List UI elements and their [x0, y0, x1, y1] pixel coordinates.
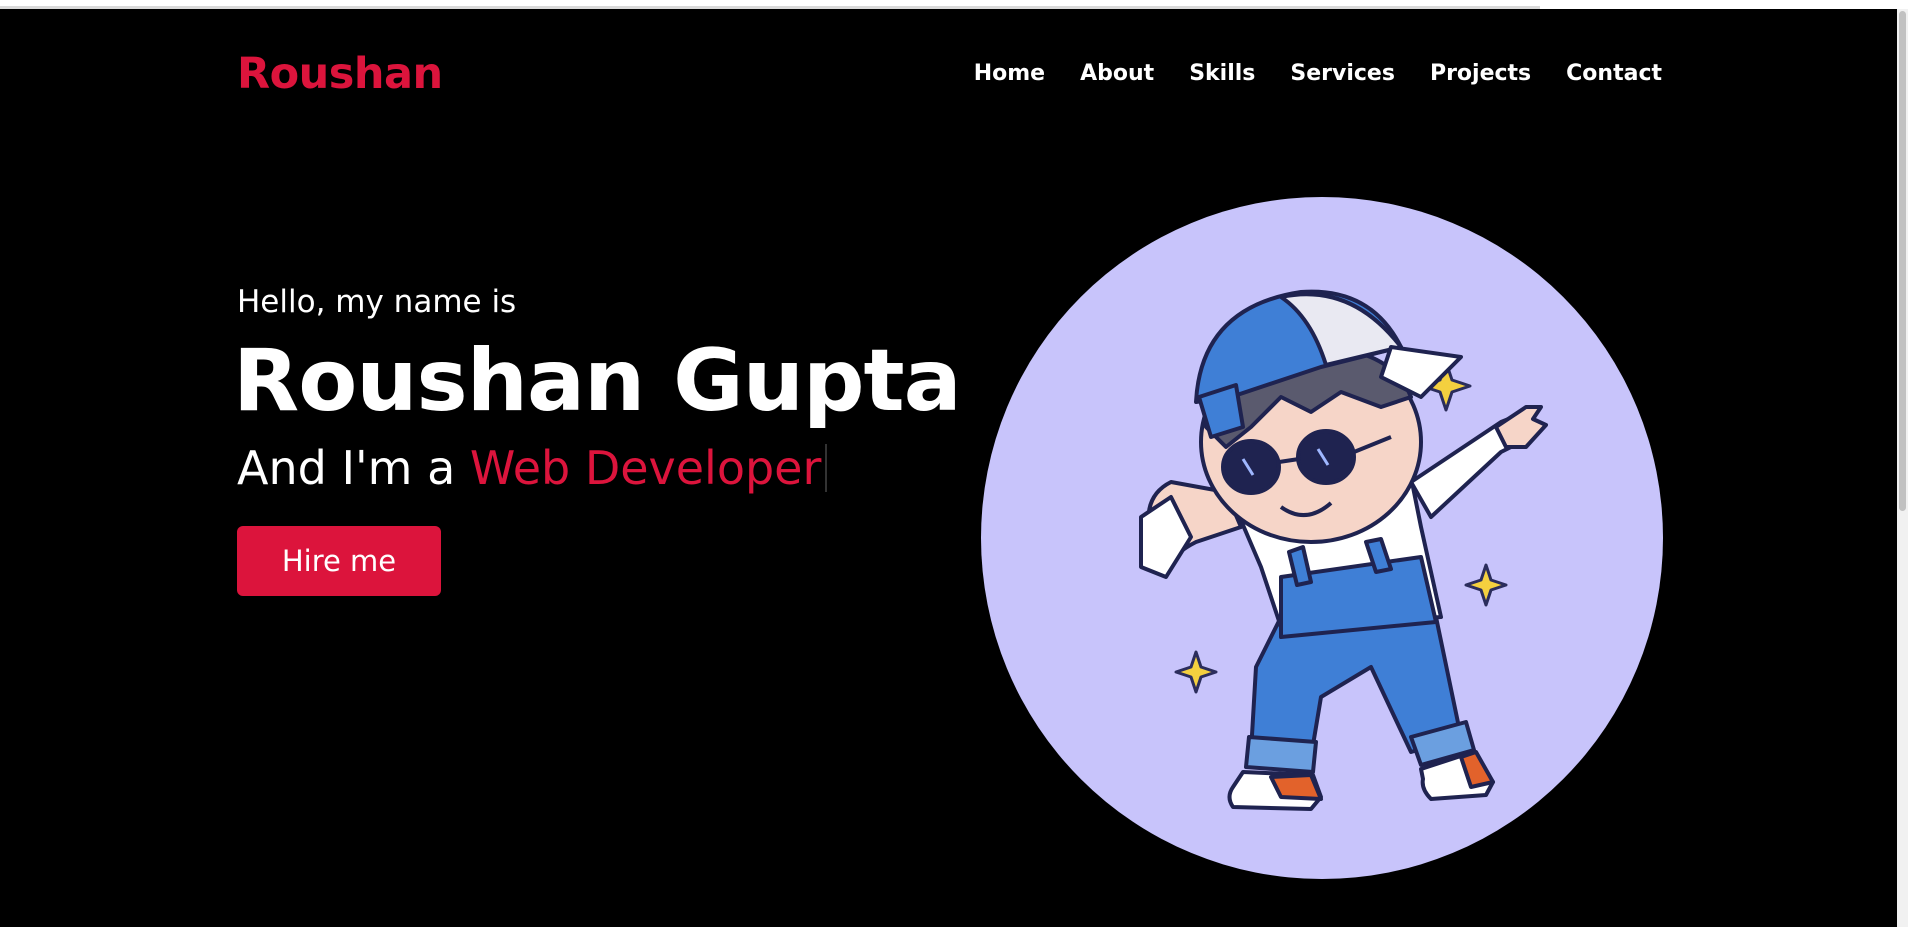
- sparkle-icon: [1174, 650, 1218, 694]
- browser-top-strip: [0, 0, 1908, 9]
- avatar-illustration: [981, 197, 1663, 879]
- site-logo[interactable]: Roushan: [237, 49, 443, 99]
- nav-link-projects[interactable]: Projects: [1430, 61, 1531, 86]
- page-scrollbar[interactable]: [1897, 9, 1908, 927]
- typing-cursor: [825, 444, 828, 492]
- nav-link-contact[interactable]: Contact: [1566, 61, 1662, 86]
- sparkle-icon: [1464, 563, 1508, 607]
- hero-name: Roushan Gupta: [233, 331, 962, 431]
- hero-greeting: Hello, my name is: [237, 284, 517, 320]
- hero-role-line: And I'm a Web Developer: [237, 441, 828, 495]
- hero-role: Web Developer: [469, 441, 822, 495]
- nav-link-services[interactable]: Services: [1290, 61, 1395, 86]
- hire-me-button[interactable]: Hire me: [237, 526, 441, 596]
- dabbing-boy-icon: [1139, 289, 1548, 811]
- page-viewport: Roushan Home About Skills Services Proje…: [0, 9, 1897, 927]
- hero-role-prefix: And I'm a: [237, 441, 470, 495]
- scrollbar-thumb[interactable]: [1899, 11, 1906, 511]
- nav-link-skills[interactable]: Skills: [1189, 61, 1255, 86]
- nav-link-home[interactable]: Home: [974, 61, 1045, 86]
- main-nav: Home About Skills Services Projects Cont…: [974, 61, 1662, 86]
- nav-link-about[interactable]: About: [1080, 61, 1154, 86]
